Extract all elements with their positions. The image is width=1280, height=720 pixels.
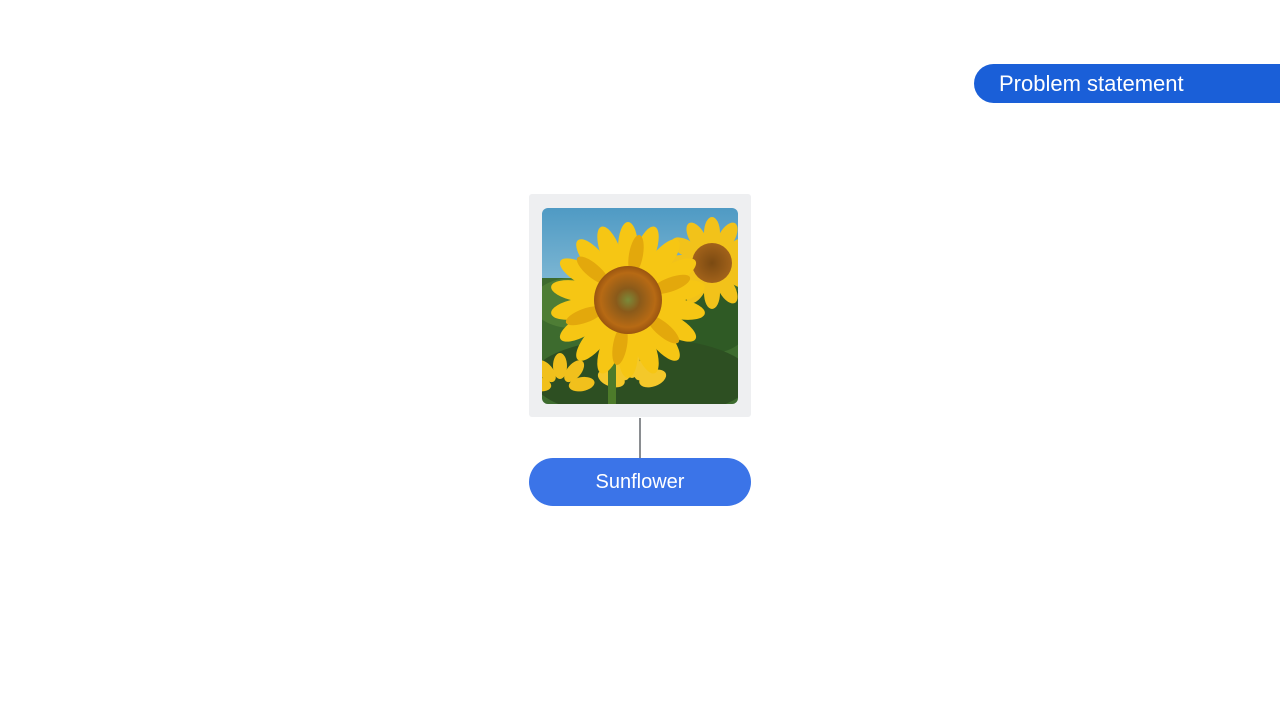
slide: Problem statement Sunflower [0, 0, 1280, 720]
section-tab: Problem statement [974, 64, 1280, 103]
class-label-pill: Sunflower [529, 458, 751, 506]
section-tab-label: Problem statement [999, 71, 1184, 96]
input-image-card [529, 194, 751, 417]
class-label: Sunflower [595, 471, 685, 493]
connector-line [639, 418, 641, 458]
sunflower-photo [542, 208, 738, 404]
